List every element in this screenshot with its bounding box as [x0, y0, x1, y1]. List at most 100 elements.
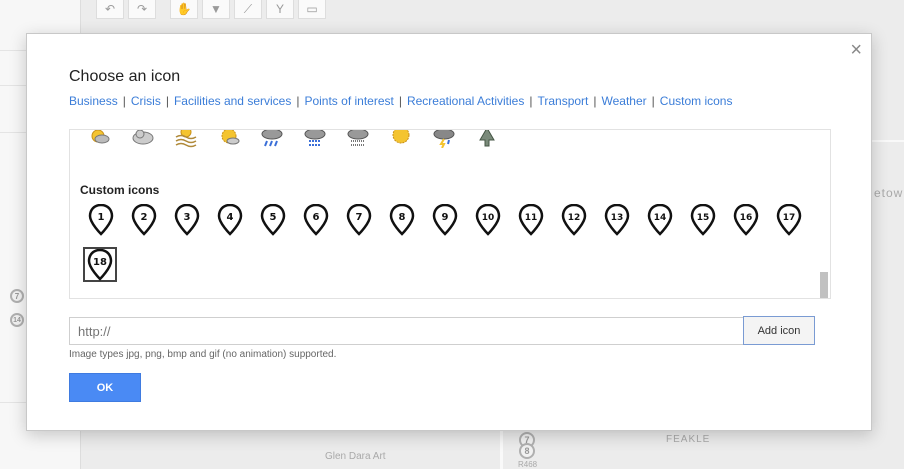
category-crisis[interactable]: Crisis [131, 94, 161, 108]
map-pin[interactable]: 8 [519, 443, 535, 459]
sleet-cloud-icon[interactable] [303, 129, 327, 148]
panel-scrollbar[interactable] [819, 130, 829, 298]
numbered-pin-icon: 7 [346, 204, 372, 236]
numbered-pin-icon: 11 [518, 204, 544, 236]
pin-number: 3 [184, 212, 191, 223]
custom-icon-16[interactable]: 16 [731, 204, 761, 236]
category-recreational[interactable]: Recreational Activities [407, 94, 524, 108]
map-label-feakle: FEAKLE [666, 434, 711, 445]
ok-button[interactable]: OK [69, 373, 141, 402]
pin-number: 8 [399, 212, 406, 223]
numbered-pin-icon: 9 [432, 204, 458, 236]
directions-icon: Y [275, 2, 284, 16]
numbered-pin-icon: 1 [88, 204, 114, 236]
pin-number: 12 [568, 213, 581, 223]
custom-icon-2[interactable]: 2 [129, 204, 159, 236]
pin-number: 18 [93, 257, 107, 268]
directions-button[interactable]: Y [266, 0, 294, 19]
sun-icon[interactable] [217, 129, 241, 148]
custom-icons-grid: 1 2 3 4 5 6 7 8 9 10 11 12 13 14 15 16 17 [86, 204, 804, 236]
numbered-pin-icon: 2 [131, 204, 157, 236]
pin-number: 16 [740, 213, 753, 223]
custom-icon-17[interactable]: 17 [774, 204, 804, 236]
pin-number: 9 [442, 212, 449, 223]
thunderstorm-icon[interactable] [432, 129, 456, 148]
pin-number: 13 [611, 213, 624, 223]
custom-icons-heading: Custom icons [80, 183, 160, 197]
numbered-pin-icon: 3 [174, 204, 200, 236]
pin-number: 7 [356, 212, 363, 223]
category-business[interactable]: Business [69, 94, 118, 108]
custom-icon-5[interactable]: 5 [258, 204, 288, 236]
pin-number: 4 [227, 212, 234, 223]
line-icon: ⟋ [243, 1, 253, 16]
add-icon-button[interactable]: Add icon [743, 316, 815, 345]
map-toolbar: ↶ ↷ ✋ ▼ ⟋ Y ▭ [96, 0, 326, 19]
draw-line-button[interactable]: ⟋ [234, 0, 262, 19]
category-links: Business | Crisis | Facilities and services |… [69, 94, 733, 108]
pan-button[interactable]: ✋ [170, 0, 198, 19]
dialog-title: Choose an icon [69, 68, 181, 85]
sun-cloud-icon[interactable] [88, 129, 112, 148]
numbered-pin-icon: 5 [260, 204, 286, 236]
category-custom-icons[interactable]: Custom icons [660, 94, 733, 108]
custom-icon-12[interactable]: 12 [559, 204, 589, 236]
pin-number: 15 [697, 213, 710, 223]
category-transport[interactable]: Transport [537, 94, 588, 108]
icon-url-input[interactable] [69, 317, 744, 345]
map-label-r468: R468 [518, 460, 538, 469]
category-points-of-interest[interactable]: Points of interest [304, 94, 393, 108]
map-label-etow: etow [874, 186, 904, 200]
map-pin[interactable]: 7 [10, 289, 24, 303]
custom-icon-7[interactable]: 7 [344, 204, 374, 236]
redo-button[interactable]: ↷ [128, 0, 156, 19]
pin-number: 5 [270, 212, 277, 223]
pin-number: 1 [98, 212, 105, 223]
rain-cloud-icon[interactable] [260, 129, 284, 148]
image-types-hint: Image types jpg, png, bmp and gif (no an… [69, 349, 337, 360]
add-marker-button[interactable]: ▼ [202, 0, 230, 19]
custom-icon-8[interactable]: 8 [387, 204, 417, 236]
numbered-pin-icon: 16 [733, 204, 759, 236]
custom-icon-18-selected[interactable]: 18 [83, 247, 117, 282]
tree-icon[interactable] [475, 129, 499, 148]
hail-cloud-icon[interactable] [346, 129, 370, 148]
pin-number: 17 [783, 213, 796, 223]
custom-icon-11[interactable]: 11 [516, 204, 546, 236]
redo-icon: ↷ [136, 2, 148, 16]
custom-icon-13[interactable]: 13 [602, 204, 632, 236]
measure-button[interactable]: ▭ [298, 0, 326, 19]
pin-number: 11 [525, 213, 538, 223]
numbered-pin-icon: 14 [647, 204, 673, 236]
numbered-pin-icon: 10 [475, 204, 501, 236]
ruler-icon: ▭ [306, 2, 318, 16]
pin-number: 2 [141, 212, 148, 223]
custom-icon-3[interactable]: 3 [172, 204, 202, 236]
custom-icon-14[interactable]: 14 [645, 204, 675, 236]
pin-number: 14 [654, 213, 667, 223]
custom-icon-9[interactable]: 9 [430, 204, 460, 236]
custom-icon-1[interactable]: 1 [86, 204, 116, 236]
custom-icon-6[interactable]: 6 [301, 204, 331, 236]
map-pin[interactable]: 14 [10, 313, 24, 327]
scrollbar-thumb[interactable] [820, 272, 828, 298]
category-weather[interactable]: Weather [602, 94, 647, 108]
numbered-pin-icon: 8 [389, 204, 415, 236]
undo-icon: ↶ [104, 2, 116, 16]
numbered-pin-icon: 13 [604, 204, 630, 236]
pin-number: 6 [313, 212, 320, 223]
undo-button[interactable]: ↶ [96, 0, 124, 19]
hand-icon: ✋ [176, 2, 192, 16]
close-icon[interactable]: × [850, 40, 862, 60]
sunny-icon[interactable] [389, 129, 413, 148]
custom-icon-15[interactable]: 15 [688, 204, 718, 236]
map-label-glen-dara: Glen Dara Art [325, 451, 386, 462]
category-facilities[interactable]: Facilities and services [174, 94, 291, 108]
numbered-pin-icon: 15 [690, 204, 716, 236]
numbered-pin-icon: 12 [561, 204, 587, 236]
cloud-icon[interactable] [131, 129, 155, 148]
custom-icon-4[interactable]: 4 [215, 204, 245, 236]
fog-sun-icon[interactable] [174, 129, 198, 148]
icon-list-panel: Custom icons 1 2 3 4 5 6 7 8 9 10 11 12 13 14 15 16 17 1… [69, 129, 831, 299]
custom-icon-10[interactable]: 10 [473, 204, 503, 236]
